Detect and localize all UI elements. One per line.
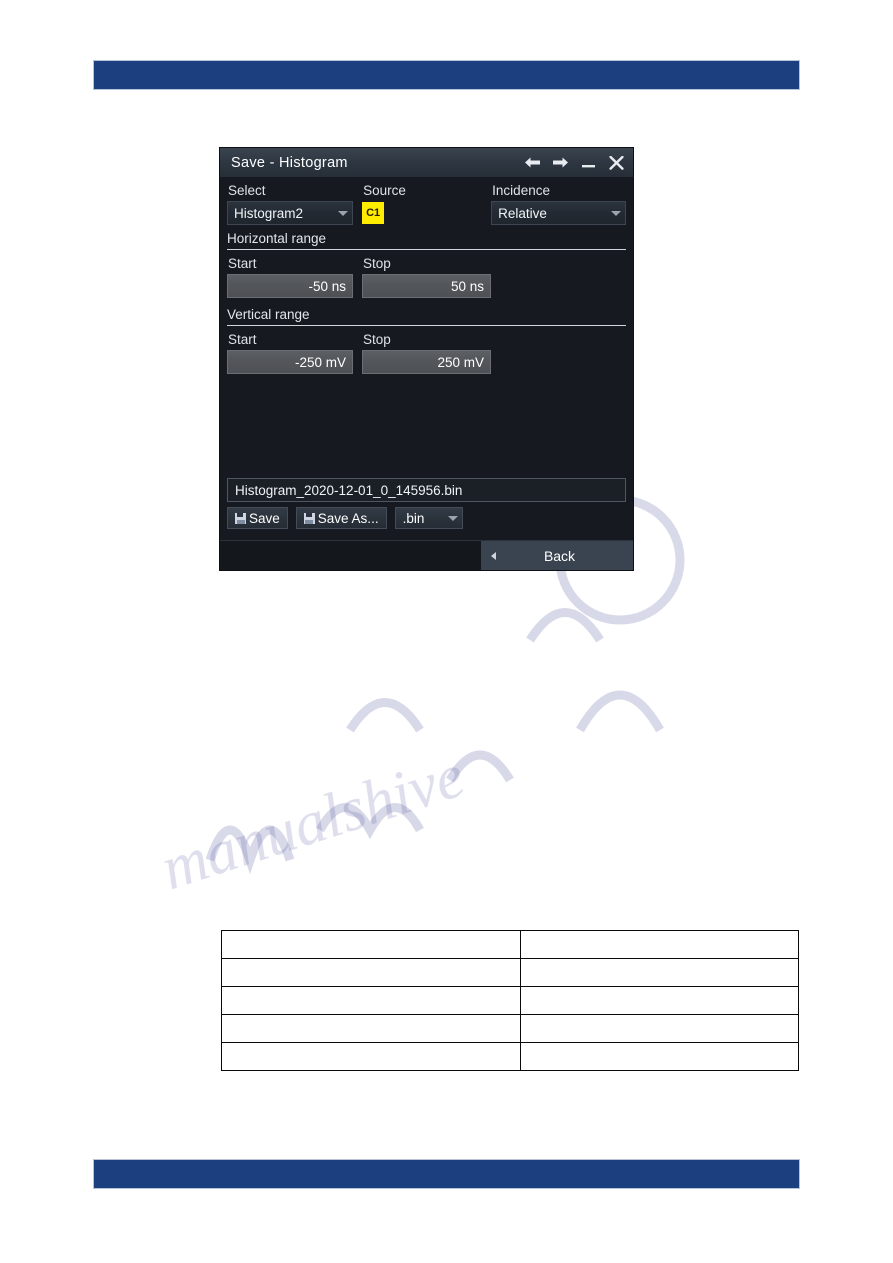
select-field: Select Histogram2 bbox=[227, 177, 354, 225]
horizontal-stop-field: Stop 50 ns bbox=[362, 250, 491, 298]
dialog-footer: Back bbox=[220, 540, 633, 570]
chevron-down-icon bbox=[610, 210, 621, 216]
floppy-disk-icon bbox=[303, 512, 315, 524]
dialog-body: Select Histogram2 Source C1 Incidence Re… bbox=[220, 177, 633, 570]
select-value: Histogram2 bbox=[234, 205, 304, 221]
dialog-titlebar: Save - Histogram bbox=[220, 148, 633, 177]
floppy-disk-icon bbox=[235, 512, 246, 524]
page-footer-bar bbox=[93, 1159, 800, 1189]
save-as-button-label: Save As... bbox=[317, 510, 379, 526]
table-row bbox=[221, 958, 799, 987]
incidence-value: Relative bbox=[498, 205, 547, 221]
incidence-dropdown[interactable]: Relative bbox=[491, 201, 626, 225]
file-extension-dropdown[interactable]: .bin bbox=[394, 507, 463, 529]
table-row bbox=[221, 930, 799, 959]
incidence-label: Incidence bbox=[492, 183, 550, 198]
top-fields-row: Select Histogram2 Source C1 Incidence Re… bbox=[220, 177, 633, 225]
back-arrow-icon[interactable] bbox=[524, 154, 541, 172]
table-row bbox=[221, 986, 799, 1015]
save-button-row: Save Save As... .bin bbox=[220, 502, 633, 536]
page-header-bar bbox=[93, 60, 800, 90]
table-body bbox=[221, 930, 799, 1071]
vertical-stop-label: Stop bbox=[363, 332, 391, 347]
forward-arrow-icon[interactable] bbox=[552, 154, 569, 172]
select-dropdown[interactable]: Histogram2 bbox=[227, 201, 354, 225]
chevron-down-icon bbox=[338, 210, 349, 216]
back-button-label: Back bbox=[543, 547, 576, 564]
table-cell bbox=[520, 1014, 799, 1043]
table-cell bbox=[221, 986, 521, 1015]
horizontal-start-label: Start bbox=[228, 256, 257, 271]
save-histogram-dialog: Save - Histogram Select Histogram2 Sourc… bbox=[220, 148, 633, 570]
horizontal-start-input[interactable]: -50 ns bbox=[227, 274, 353, 298]
vertical-start-label: Start bbox=[228, 332, 257, 347]
horizontal-stop-label: Stop bbox=[363, 256, 391, 271]
table-row bbox=[221, 1042, 799, 1071]
vertical-start-field: Start -250 mV bbox=[227, 326, 353, 374]
dialog-title: Save - Histogram bbox=[231, 154, 348, 171]
vertical-range-row: Start -250 mV Stop 250 mV bbox=[220, 326, 633, 374]
table-cell bbox=[221, 1042, 521, 1071]
source-field: Source C1 bbox=[362, 177, 491, 225]
source-channel-badge[interactable]: C1 bbox=[362, 202, 385, 224]
save-button[interactable]: Save bbox=[227, 507, 288, 529]
incidence-field: Incidence Relative bbox=[491, 177, 626, 225]
svg-text:manualshive: manualshive bbox=[153, 742, 472, 904]
chevron-down-icon bbox=[447, 515, 458, 521]
table-cell bbox=[520, 930, 799, 959]
minimize-icon[interactable] bbox=[580, 154, 597, 172]
vertical-stop-field: Stop 250 mV bbox=[362, 326, 491, 374]
table-cell bbox=[221, 958, 521, 987]
table-cell bbox=[520, 986, 799, 1015]
close-icon[interactable] bbox=[608, 154, 625, 172]
document-table bbox=[221, 930, 799, 1071]
save-button-label: Save bbox=[249, 510, 280, 526]
table-row bbox=[221, 1014, 799, 1043]
horizontal-range-row: Start -50 ns Stop 50 ns bbox=[220, 250, 633, 298]
table-cell bbox=[221, 1014, 521, 1043]
vertical-stop-input[interactable]: 250 mV bbox=[362, 350, 491, 374]
table-cell bbox=[520, 1042, 799, 1071]
save-as-button[interactable]: Save As... bbox=[295, 507, 387, 529]
titlebar-buttons bbox=[524, 154, 625, 172]
horizontal-stop-input[interactable]: 50 ns bbox=[362, 274, 491, 298]
horizontal-start-field: Start -50 ns bbox=[227, 250, 353, 298]
source-label: Source bbox=[363, 183, 406, 198]
select-label: Select bbox=[228, 183, 266, 198]
dialog-empty-space bbox=[220, 374, 633, 478]
vertical-range-section-header: Vertical range bbox=[227, 307, 626, 326]
table-cell bbox=[520, 958, 799, 987]
filename-input[interactable]: Histogram_2020-12-01_0_145956.bin bbox=[227, 478, 626, 502]
horizontal-range-section-header: Horizontal range bbox=[227, 231, 626, 250]
table-cell bbox=[221, 930, 521, 959]
back-button[interactable]: Back bbox=[481, 541, 633, 570]
file-extension-value: .bin bbox=[402, 510, 425, 526]
vertical-start-input[interactable]: -250 mV bbox=[227, 350, 353, 374]
